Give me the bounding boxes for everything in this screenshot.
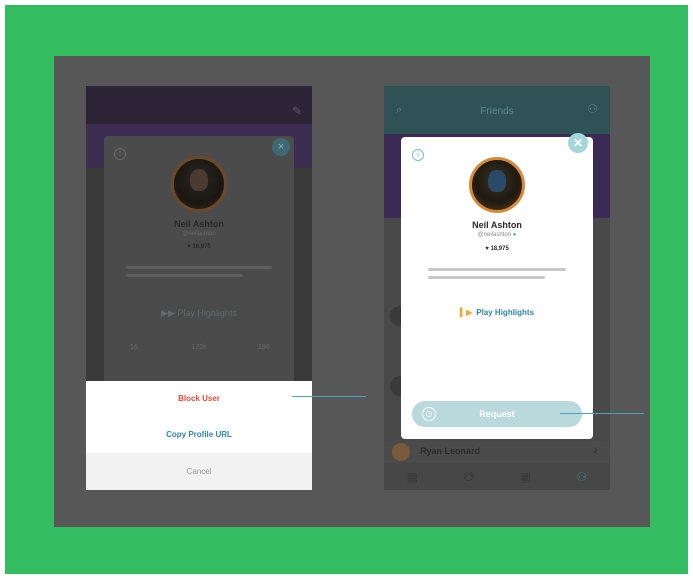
block-user-button[interactable]: Block User bbox=[86, 381, 312, 417]
info-icon[interactable]: i bbox=[412, 149, 424, 161]
list-item-avatar bbox=[392, 443, 410, 461]
left-phone-screen: ✎ × i Neil Ashton @neilashton ♥ 18,975 ▶… bbox=[86, 86, 312, 490]
left-play-icon: ▶▶ bbox=[161, 308, 175, 318]
left-heart-count: ♥ 18,975 bbox=[187, 244, 211, 250]
right-handle-text: @neilashton bbox=[477, 232, 512, 238]
verified-icon: ● bbox=[512, 232, 517, 238]
right-bio bbox=[428, 268, 566, 284]
play-icon: ▍▶ bbox=[459, 308, 473, 317]
left-heart-value: 18,975 bbox=[192, 244, 211, 250]
request-button-label: Request bbox=[479, 409, 515, 419]
left-close-icon[interactable]: × bbox=[272, 138, 290, 156]
close-icon[interactable]: ✕ bbox=[568, 133, 588, 153]
left-play-label: Play Highlights bbox=[177, 308, 237, 318]
tab-home-icon[interactable]: ▦ bbox=[402, 470, 422, 484]
tab-friends-icon[interactable]: ⚇ bbox=[572, 470, 592, 484]
left-avatar bbox=[171, 156, 227, 212]
right-heart-count: ♥ 18,975 bbox=[485, 246, 509, 252]
right-header-title: Friends bbox=[480, 106, 514, 117]
left-bio bbox=[126, 266, 272, 286]
user-icon[interactable]: ⚇ bbox=[587, 102, 598, 116]
left-profile-handle: @neilashton bbox=[182, 231, 216, 237]
right-connector-line bbox=[560, 413, 644, 414]
left-info-icon[interactable]: i bbox=[114, 148, 126, 160]
left-connector-line bbox=[292, 396, 366, 397]
left-stats: 16 172k 196 bbox=[114, 344, 284, 374]
list-item-name: Ryan Leonard bbox=[420, 446, 481, 456]
right-avatar bbox=[469, 157, 525, 213]
cancel-button[interactable]: Cancel bbox=[86, 453, 312, 490]
right-phone-screen: ⌕ Friends ⚇ ✕ i Neil Ashton @neilashton … bbox=[384, 86, 610, 490]
tab-camera-icon[interactable]: ▣ bbox=[515, 470, 535, 484]
tab-activity-icon[interactable]: ☋ bbox=[459, 470, 479, 484]
list-item[interactable]: Ryan Leonard ♪ bbox=[384, 441, 610, 463]
play-highlights-label: Play Highlights bbox=[476, 308, 535, 317]
stat-1: 16 bbox=[130, 344, 138, 351]
menu-icon[interactable]: ✎ bbox=[292, 104, 302, 118]
stat-2: 172k bbox=[191, 344, 207, 351]
right-header: ⌕ Friends ⚇ bbox=[384, 86, 610, 134]
right-profile-name: Neil Ashton bbox=[472, 220, 522, 230]
left-profile-name: Neil Ashton bbox=[174, 219, 224, 229]
right-profile-handle: @neilashton ● bbox=[384, 232, 610, 238]
list-item-action-icon[interactable]: ♪ bbox=[593, 445, 598, 456]
copy-profile-url-button[interactable]: Copy Profile URL bbox=[86, 417, 312, 453]
play-highlights-button[interactable]: ▍▶ Play Highlights bbox=[384, 308, 610, 317]
tab-bar: ▦ ☋ ▣ ⚇ bbox=[384, 463, 610, 490]
request-button[interactable]: ◷ Request bbox=[412, 401, 582, 427]
action-sheet: Block User Copy Profile URL Cancel bbox=[86, 381, 312, 490]
right-heart-value: 18,975 bbox=[490, 246, 509, 252]
left-play-highlights[interactable]: ▶▶ Play Highlights bbox=[86, 308, 312, 319]
stat-3: 196 bbox=[258, 344, 270, 351]
